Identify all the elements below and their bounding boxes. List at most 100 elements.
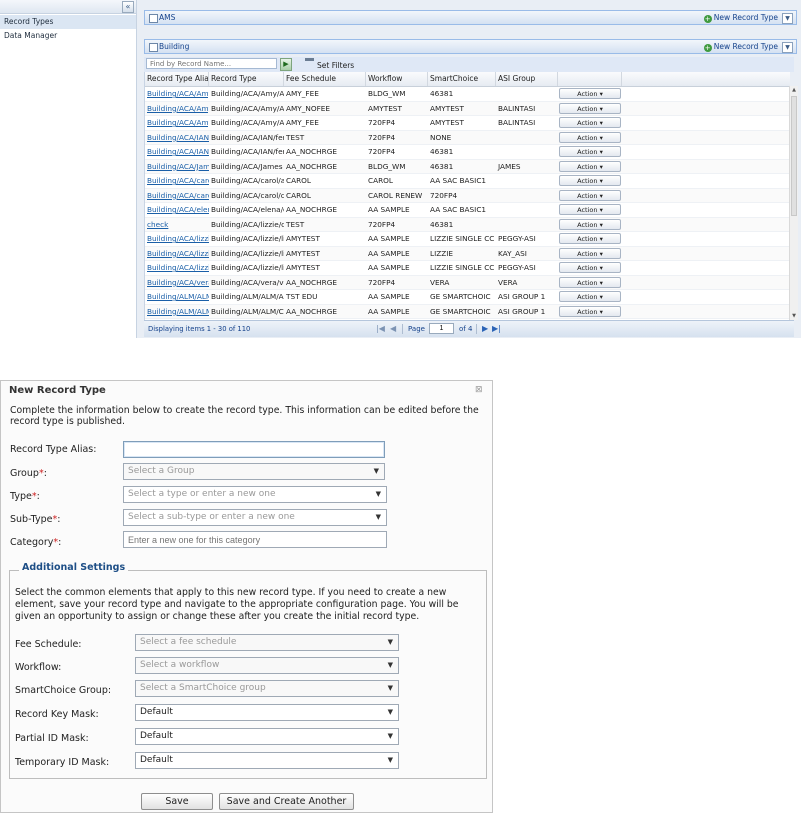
ams-panel-menu-icon[interactable]: ▼ — [782, 13, 793, 24]
table-row[interactable]: Building/ACA/IAN/f Building/ACA/IAN/fer TE… — [145, 130, 790, 145]
cell-alias[interactable]: Building/ACA/Amy/A — [145, 87, 209, 101]
cell-alias[interactable]: Building/ACA/vera — [145, 276, 209, 290]
row-action-button[interactable]: Action ▾ — [559, 262, 621, 273]
table-row[interactable]: check Building/ACA/lizzie/c TEST 720FP4 4638… — [145, 217, 790, 232]
table-row[interactable]: Building/ACA/carol Building/ACA/carol/c CA… — [145, 188, 790, 203]
row-action-button[interactable]: Action ▾ — [559, 117, 621, 128]
cell-alias[interactable]: Building/ACA/carol — [145, 189, 209, 203]
prev-page-icon[interactable]: ◀ — [390, 324, 396, 334]
cell-alias[interactable]: Building/ACA/IAN/f — [145, 145, 209, 159]
table-row[interactable]: Building/ACA/lizzi Building/ACA/lizzie/li… — [145, 232, 790, 247]
row-action-button[interactable]: Action ▾ — [559, 218, 621, 230]
table-row[interactable]: Building/ACA/IAN/f Building/ACA/IAN/fer AA… — [145, 145, 790, 160]
row-action-button[interactable]: Action ▾ — [559, 175, 621, 186]
building-panel-header[interactable]: Building + New Record Type ▼ — [144, 39, 797, 54]
table-row[interactable]: Building/ACA/Amy/ABuilding/ACA/Amy/AAMY_… — [145, 87, 790, 102]
cell-alias[interactable]: Building/ACA/lizzi — [145, 232, 209, 246]
search-go-button[interactable]: ▶ — [280, 58, 292, 71]
record-key-mask-select[interactable]: Default ▼ — [135, 704, 399, 721]
next-page-icon[interactable]: ▶ — [482, 324, 488, 334]
building-collapse-icon[interactable] — [149, 43, 158, 52]
cell-smartchoice: LIZZIE SINGLE CC — [430, 234, 495, 243]
collapse-panel-button[interactable]: « — [122, 1, 134, 13]
partial-id-mask-select[interactable]: Default ▼ — [135, 728, 399, 745]
table-row[interactable]: Building/ACA/elen Building/ACA/elena/e AA_… — [145, 203, 790, 218]
row-action-button[interactable]: Action ▾ — [559, 291, 621, 302]
find-by-record-name-input[interactable] — [146, 58, 277, 69]
cell-alias[interactable]: Building/ACA/IAN/f — [145, 131, 209, 145]
table-row[interactable]: Building/ACA/Jam Building/ACA/James AA_NOC… — [145, 159, 790, 174]
table-row[interactable]: Building/ACA/lizzi Building/ACA/lizzie/li… — [145, 261, 790, 276]
row-action-button[interactable]: Action ▾ — [559, 88, 621, 99]
smartchoice-group-select[interactable]: Select a SmartChoice group ▼ — [135, 680, 399, 697]
row-action-button[interactable]: Action ▾ — [559, 131, 621, 143]
row-action-button[interactable]: Action ▾ — [559, 102, 621, 114]
column-header-alias[interactable]: Record Type Alias — [145, 72, 209, 86]
scroll-up-icon[interactable]: ▲ — [790, 86, 798, 94]
cell-alias[interactable]: check — [145, 218, 209, 232]
row-action-button[interactable]: Action ▾ — [559, 160, 621, 172]
ams-new-record-type-link[interactable]: + New Record Type — [703, 11, 778, 24]
row-action-button[interactable]: Action ▾ — [559, 204, 621, 215]
row-action-button[interactable]: Action ▾ — [559, 305, 621, 317]
type-combobox[interactable]: Select a type or enter a new one ▼ — [123, 486, 387, 503]
cell-asi-group: BALINTASI — [498, 103, 536, 113]
nav-item-record-types[interactable]: Record Types — [0, 15, 136, 29]
temporary-id-mask-select[interactable]: Default ▼ — [135, 752, 399, 769]
cell-alias[interactable]: Building/ACA/lizzi — [145, 261, 209, 275]
add-icon: + — [703, 44, 712, 52]
table-row[interactable]: Building/ACA/lizzi Building/ACA/lizzie/li… — [145, 246, 790, 261]
cell-alias[interactable]: Building/ACA/Amy/A — [145, 116, 209, 130]
cell-alias[interactable]: Building/ACA/Jam — [145, 160, 209, 174]
table-row[interactable]: Building/ACA/Amy/ABuilding/ACA/Amy/AAMY_… — [145, 116, 790, 131]
table-row[interactable]: Building/ACA/vera Building/ACA/vera/ve AA_… — [145, 275, 790, 290]
row-action-button[interactable]: Action ▾ — [559, 276, 621, 288]
cell-alias[interactable]: Building/ALM/ALM — [145, 305, 209, 319]
row-action-button[interactable]: Action ▾ — [559, 247, 621, 259]
subtype-combobox[interactable]: Select a sub-type or enter a new one ▼ — [123, 509, 387, 526]
group-select-value: Select a Group — [128, 466, 195, 476]
chevron-down-icon: ▼ — [387, 684, 393, 692]
column-header-fee-schedule[interactable]: Fee Schedule — [284, 72, 366, 86]
column-header-workflow[interactable]: Workflow — [366, 72, 428, 86]
workflow-select[interactable]: Select a workflow ▼ — [135, 657, 399, 674]
row-action-button[interactable]: Action ▾ — [559, 146, 621, 157]
page-number-input[interactable] — [429, 323, 454, 334]
building-new-record-type-link[interactable]: + New Record Type — [703, 40, 778, 53]
close-icon[interactable]: ⊠ — [475, 385, 483, 395]
ams-collapse-icon[interactable] — [149, 14, 158, 23]
cell-alias[interactable]: Building/ALM/ALM — [145, 290, 209, 304]
set-filters-button[interactable]: Set Filters — [305, 58, 354, 70]
cell-smartchoice: AA SAC BASIC1 — [430, 176, 487, 185]
row-action-button[interactable]: Action ▾ — [559, 189, 621, 201]
table-row[interactable]: Building/ACA/carol Building/ACA/carol/a CA… — [145, 174, 790, 189]
table-row[interactable]: Building/ALM/ALM Building/ALM/ALM/A TST ED… — [145, 290, 790, 305]
chevron-down-icon: ▼ — [373, 467, 379, 475]
row-action-button[interactable]: Action ▾ — [559, 233, 621, 244]
cell-alias[interactable]: Building/ACA/Amy/A — [145, 102, 209, 116]
table-row[interactable]: Building/ACA/Amy/ABuilding/ACA/Amy/AAMY_… — [145, 101, 790, 116]
column-header-asi-group[interactable]: ASI Group — [496, 72, 558, 86]
column-header-record-type[interactable]: Record Type — [209, 72, 284, 86]
category-input[interactable] — [123, 531, 387, 548]
fee-schedule-select[interactable]: Select a fee schedule ▼ — [135, 634, 399, 651]
table-row[interactable]: Building/ALM/ALM Building/ALM/ALM/C AA_NOC… — [145, 304, 790, 319]
first-page-icon[interactable]: |◀ — [376, 324, 385, 334]
save-button[interactable]: Save — [141, 793, 213, 810]
ams-panel-header[interactable]: AMS + New Record Type ▼ — [144, 10, 797, 25]
cell-alias[interactable]: Building/ACA/carol — [145, 174, 209, 188]
building-panel-menu-icon[interactable]: ▼ — [782, 42, 793, 53]
save-and-create-another-button[interactable]: Save and Create Another — [219, 793, 354, 810]
column-header-smartchoice[interactable]: SmartChoice — [428, 72, 496, 86]
scroll-down-icon[interactable]: ▼ — [790, 312, 798, 320]
last-page-icon[interactable]: ▶| — [492, 324, 501, 334]
cell-asi-group: ASI GROUP 1 — [498, 306, 546, 316]
record-type-alias-input[interactable] — [123, 441, 385, 458]
scroll-thumb[interactable] — [791, 96, 797, 216]
chevron-down-icon: ▼ — [387, 638, 393, 646]
group-select[interactable]: Select a Group ▼ — [123, 463, 385, 480]
cell-alias[interactable]: Building/ACA/elen — [145, 203, 209, 217]
grid-scrollbar[interactable]: ▲ ▼ — [789, 86, 798, 320]
cell-alias[interactable]: Building/ACA/lizzi — [145, 247, 209, 261]
nav-item-data-manager[interactable]: Data Manager — [0, 29, 136, 43]
